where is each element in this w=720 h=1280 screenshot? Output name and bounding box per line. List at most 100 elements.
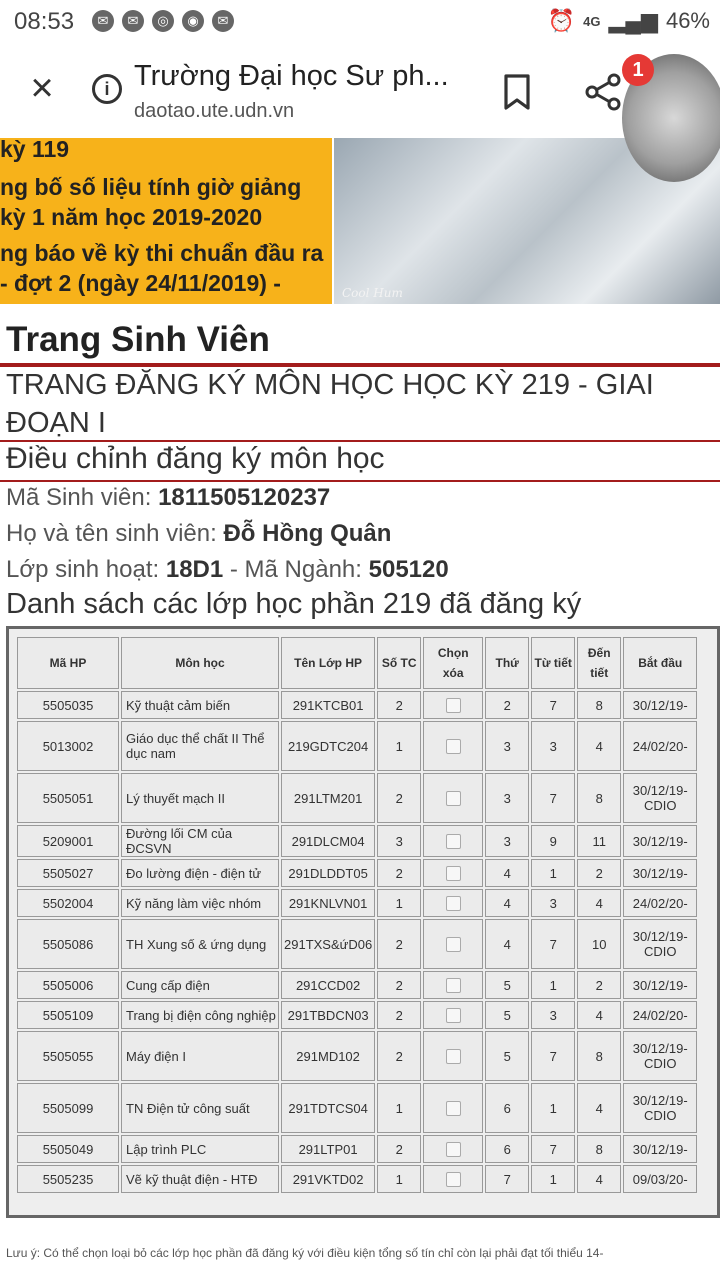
credits-cell: 2 bbox=[377, 919, 422, 969]
delete-checkbox[interactable] bbox=[445, 866, 461, 882]
battery-level: 46% bbox=[665, 8, 710, 33]
class-code-cell: 291VKTD02 bbox=[281, 1165, 376, 1193]
course-code-cell: 5505027 bbox=[17, 859, 119, 887]
from-period-cell: 7 bbox=[531, 773, 576, 823]
camera-icon: ◉ bbox=[182, 10, 204, 32]
messenger-icon: ✉ bbox=[212, 10, 234, 32]
student-id-line: Mã Sinh viên: 1811505120237 bbox=[6, 484, 330, 512]
page-title: Trường Đại học Sư ph... bbox=[134, 60, 449, 92]
weekday-cell: 2 bbox=[485, 691, 530, 719]
start-date-cell: 24/02/20- bbox=[623, 721, 698, 771]
credits-cell: 2 bbox=[377, 773, 422, 823]
course-name-cell: Giáo dục thể chất II Thể dục nam bbox=[121, 721, 279, 771]
course-name-cell: Đo lường điện - điện tử bbox=[121, 859, 279, 887]
course-name-cell: Trang bị điện công nghiệp bbox=[121, 1001, 279, 1029]
news-ticker[interactable]: kỳ 119 ng bố số liệu tính giờ giảng kỳ 1… bbox=[0, 138, 332, 304]
courses-table: Mã HP Môn học Tên Lớp HP Số TC Chọn xóa … bbox=[15, 635, 699, 1195]
news-line[interactable]: - đợt 2 (ngày 24/11/2019) - bbox=[0, 270, 281, 297]
news-line[interactable]: ng báo về kỳ thi chuẩn đầu ra bbox=[0, 240, 323, 267]
signal-icon: ▂▄▆ bbox=[608, 8, 658, 33]
from-period-cell: 1 bbox=[531, 1083, 576, 1133]
table-row: 5505099 TN Điện tử công suất 291TDTCS04 1 6 1… bbox=[17, 1083, 698, 1133]
course-name-cell: Vẽ kỹ thuật điện - HTĐ bbox=[121, 1165, 279, 1193]
delete-select-cell bbox=[423, 1031, 484, 1081]
start-date-cell: 24/02/20- bbox=[623, 889, 698, 917]
class-code-cell: 291DLCM04 bbox=[281, 825, 376, 857]
from-period-cell: 1 bbox=[531, 859, 576, 887]
delete-checkbox[interactable] bbox=[445, 1142, 461, 1158]
course-code-cell: 5505055 bbox=[17, 1031, 119, 1081]
share-icon[interactable] bbox=[584, 72, 624, 112]
delete-checkbox[interactable] bbox=[445, 1101, 461, 1117]
col-header: Bắt đầu bbox=[623, 637, 698, 689]
delete-checkbox[interactable] bbox=[445, 739, 461, 755]
delete-select-cell bbox=[423, 825, 484, 857]
credits-cell: 1 bbox=[377, 889, 422, 917]
from-period-cell: 7 bbox=[531, 919, 576, 969]
student-name: Đỗ Hồng Quân bbox=[223, 520, 392, 547]
start-date-cell: 30/12/19- bbox=[623, 859, 698, 887]
credits-cell: 1 bbox=[377, 1083, 422, 1133]
delete-checkbox[interactable] bbox=[445, 978, 461, 994]
delete-checkbox[interactable] bbox=[445, 698, 461, 714]
delete-checkbox[interactable] bbox=[445, 1049, 461, 1065]
close-icon[interactable]: × bbox=[22, 68, 62, 108]
class-code-cell: 291CCD02 bbox=[281, 971, 376, 999]
news-line[interactable]: ng bố số liệu tính giờ giảng bbox=[0, 174, 301, 201]
start-date-cell: 30/12/19- CDIO bbox=[623, 919, 698, 969]
weekday-cell: 4 bbox=[485, 859, 530, 887]
course-name-cell: Lý thuyết mạch II bbox=[121, 773, 279, 823]
from-period-cell: 9 bbox=[531, 825, 576, 857]
class-code-cell: 291DLDDT05 bbox=[281, 859, 376, 887]
class-label: Lớp sinh hoạt: bbox=[6, 556, 166, 583]
class-code-cell: 291LTP01 bbox=[281, 1135, 376, 1163]
bookmark-icon[interactable] bbox=[502, 74, 532, 110]
delete-checkbox[interactable] bbox=[445, 937, 461, 953]
weekday-cell: 7 bbox=[485, 1165, 530, 1193]
delete-checkbox[interactable] bbox=[445, 834, 461, 850]
start-date-cell: 30/12/19- CDIO bbox=[623, 1083, 698, 1133]
adjust-divider bbox=[0, 480, 720, 482]
course-code-cell: 5505006 bbox=[17, 971, 119, 999]
status-bar: 08:53 ✉ ✉ ◎ ◉ ✉ ⏰ 4G ▂▄▆ 46% bbox=[0, 0, 720, 44]
start-date-cell: 24/02/20- bbox=[623, 1001, 698, 1029]
page-heading: Trang Sinh Viên bbox=[6, 320, 270, 359]
info-icon[interactable]: i bbox=[92, 74, 122, 104]
course-name-cell: Lập trình PLC bbox=[121, 1135, 279, 1163]
course-code-cell: 5013002 bbox=[17, 721, 119, 771]
col-header: Mã HP bbox=[17, 637, 119, 689]
delete-checkbox[interactable] bbox=[445, 896, 461, 912]
network-type: 4G bbox=[583, 13, 601, 29]
course-code-cell: 5502004 bbox=[17, 889, 119, 917]
news-line[interactable]: kỳ 119 bbox=[0, 138, 69, 163]
table-row: 5505035 Kỹ thuật cảm biến 291KTCB01 2 2 7 8 30/… bbox=[17, 691, 698, 719]
col-header: Thứ bbox=[485, 637, 530, 689]
status-right: ⏰ 4G ▂▄▆ 46% bbox=[548, 8, 710, 34]
table-row: 5505109 Trang bị điện công nghiệp 291TBDCN… bbox=[17, 1001, 698, 1029]
from-period-cell: 3 bbox=[531, 721, 576, 771]
delete-checkbox[interactable] bbox=[445, 1172, 461, 1188]
table-row: 5505051 Lý thuyết mạch II 291LTM201 2 3 7 8 30/… bbox=[17, 773, 698, 823]
course-name-cell: TN Điện tử công suất bbox=[121, 1083, 279, 1133]
notification-badge: 1 bbox=[622, 54, 654, 86]
course-name-cell: Máy điện I bbox=[121, 1031, 279, 1081]
course-code-cell: 5505109 bbox=[17, 1001, 119, 1029]
news-line[interactable]: kỳ 1 năm học 2019-2020 bbox=[0, 204, 262, 231]
course-name-cell: Cung cấp điện bbox=[121, 971, 279, 999]
delete-select-cell bbox=[423, 859, 484, 887]
course-code-cell: 5505049 bbox=[17, 1135, 119, 1163]
start-date-cell: 30/12/19- bbox=[623, 691, 698, 719]
weekday-cell: 3 bbox=[485, 773, 530, 823]
table-row: 5502004 Kỹ năng làm việc nhóm 291KNLVN01 1 4… bbox=[17, 889, 698, 917]
credits-cell: 2 bbox=[377, 691, 422, 719]
from-period-cell: 1 bbox=[531, 971, 576, 999]
table-row: 5209001 Đường lối CM của ĐCSVN 291DLCM04 3 3… bbox=[17, 825, 698, 857]
registration-title: TRANG ĐĂNG KÝ MÔN HỌC HỌC KỲ 219 - GIAI … bbox=[6, 369, 654, 439]
credits-cell: 2 bbox=[377, 1031, 422, 1081]
to-period-cell: 4 bbox=[577, 1165, 622, 1193]
delete-checkbox[interactable] bbox=[445, 1008, 461, 1024]
delete-checkbox[interactable] bbox=[445, 791, 461, 807]
col-header: Tên Lớp HP bbox=[281, 637, 376, 689]
student-name-line: Họ và tên sinh viên: Đỗ Hồng Quân bbox=[6, 520, 391, 548]
student-id: 1811505120237 bbox=[158, 484, 331, 511]
